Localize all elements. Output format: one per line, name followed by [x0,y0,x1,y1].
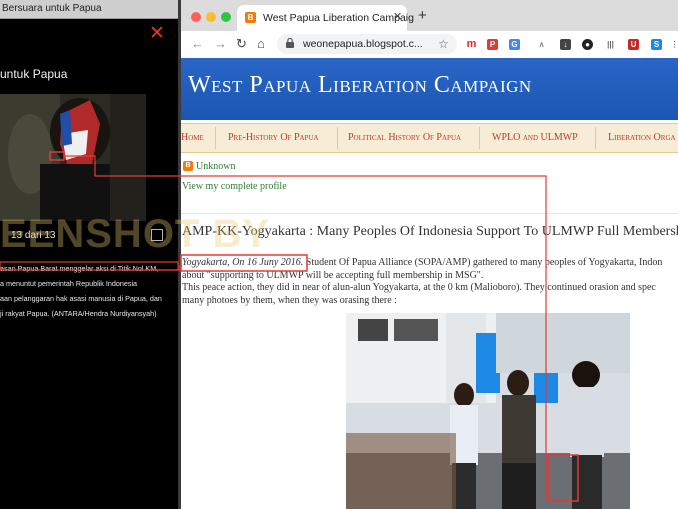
maximize-window-button[interactable] [221,12,231,22]
skype-extension-icon[interactable]: S [651,39,662,50]
pdf-extension-icon[interactable]: P [487,39,498,50]
caption-line: ji rakyat Papua. (ANTARA/Hendra Nurdiyan… [0,309,157,318]
post-photo [346,313,630,509]
blogger-icon: B [245,12,256,23]
section-divider [181,213,678,214]
reload-icon[interactable]: ↻ [236,37,247,51]
gmail-extension-icon[interactable]: m [466,39,477,50]
viewer-titlebar: Bersuara untuk Papua [0,0,178,19]
post-date: Yogyakarta, On 16 Juny 2016. [182,257,304,268]
caption-line: aan pelanggaran hak asasi manusia di Pap… [0,294,162,303]
address-bar[interactable]: weonepapua.blogspot.c... [277,34,457,54]
post-text: Student Of Papua Alliance (SOPA/AMP) gat… [303,257,663,268]
profile-name-link[interactable]: Unknown [196,161,235,172]
profile-link[interactable]: View my complete profile [182,181,287,192]
post-line: Yogyakarta, On 16 Juny 2016. Student Of … [182,257,678,270]
nav-divider [215,127,216,149]
audio-extension-icon[interactable]: ||| [605,39,616,50]
blogger-profile-icon: B [183,161,193,171]
caption-line: a menuntut pemerintah Republik Indonesia [0,279,138,288]
forward-icon[interactable]: → [214,37,227,51]
close-tab-icon[interactable]: ✕ [393,10,402,23]
browser-window: B West Papua Liberation Campaig ✕ + ← → … [181,0,678,509]
image-caption: asan Papua Barat menggelar aksi di Titik… [0,261,176,321]
back-icon[interactable]: ← [191,37,204,51]
nav-home[interactable]: Home [181,132,204,143]
close-window-button[interactable] [191,12,201,22]
url-text: weonepapua.blogspot.c... [303,38,423,50]
viewer-window-title: Bersuara untuk Papua [2,3,102,14]
nav-divider [479,127,480,149]
image-viewer-panel: Bersuara untuk Papua ✕ untuk Papua 13 da… [0,0,178,509]
menu-icon[interactable]: ⋮ [669,39,678,50]
nav-wplo-ulmwp[interactable]: WPLO and ULMWP [492,132,578,143]
tab-title: West Papua Liberation Campaig [263,12,414,24]
extension-icon[interactable]: ∧ [536,39,547,50]
shield-extension-icon[interactable]: U [628,39,639,50]
camera-extension-icon[interactable]: ● [582,39,593,50]
tab-strip: B West Papua Liberation Campaig ✕ + [181,0,678,31]
translate-extension-icon[interactable]: G [509,39,520,50]
caption-line: asan Papua Barat menggelar aksi di Titik… [0,264,159,273]
home-icon[interactable]: ⌂ [257,37,265,51]
nav-liberation-orga[interactable]: Liberation Orga [608,132,676,143]
nav-political-history[interactable]: Political History Of Papua [348,132,461,143]
minimize-window-button[interactable] [206,12,216,22]
browser-toolbar: ← → ↻ ⌂ weonepapua.blogspot.c... ☆ m P G… [181,31,678,59]
blog-nav: Home Pre-History Of Papua Political Hist… [181,123,678,153]
blog-title[interactable]: West Papua Liberation Campaign [188,72,532,99]
blog-header: West Papua Liberation Campaign [181,58,678,120]
blog-page: West Papua Liberation Campaign Home Pre-… [181,58,678,509]
viewer-heading: untuk Papua [0,67,68,81]
download-extension-icon[interactable]: ↓ [560,39,571,50]
post-title[interactable]: AMP-KK-Yogyakarta : Many Peoples Of Indo… [182,224,678,240]
post-body: Yogyakarta, On 16 Juny 2016. Student Of … [182,257,678,307]
image-counter: 13 dari 13 [11,230,56,241]
nav-divider [595,127,596,149]
close-icon[interactable]: ✕ [149,24,165,43]
browser-tab[interactable]: B West Papua Liberation Campaig ✕ [237,5,414,31]
nav-divider [337,127,338,149]
post-line: about "supporting to ULMWP will be accep… [182,269,484,281]
post-line: This peace action, they did in near of a… [182,282,656,294]
viewer-photo [0,94,146,221]
select-checkbox[interactable] [151,229,163,241]
bookmark-star-icon[interactable]: ☆ [438,37,449,51]
post-line: many photoes by them, when they was oras… [182,294,397,306]
new-tab-icon[interactable]: + [418,8,427,23]
lock-icon [286,38,294,48]
nav-pre-history[interactable]: Pre-History Of Papua [228,132,319,143]
